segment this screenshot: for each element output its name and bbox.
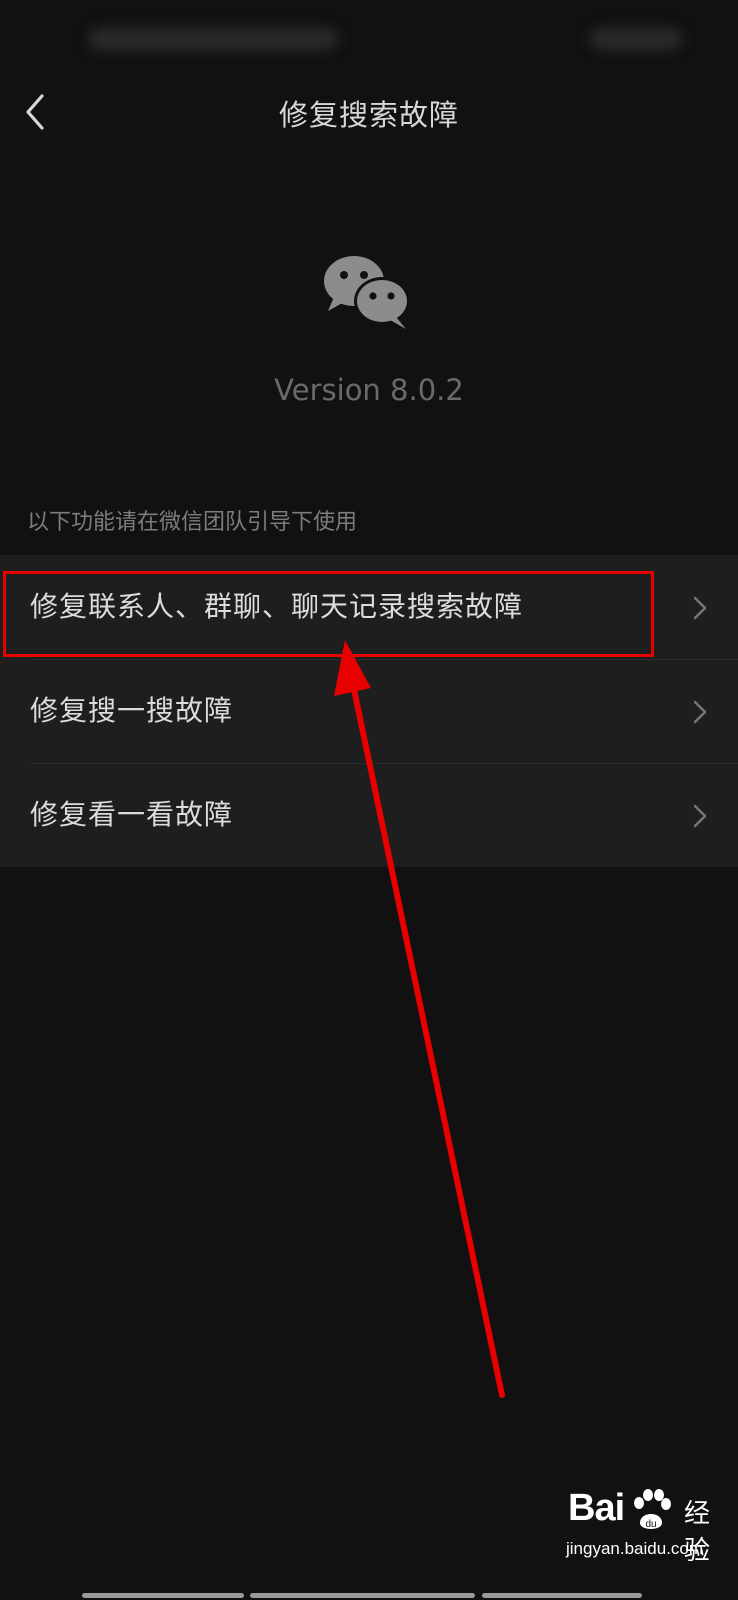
chevron-right-icon bbox=[693, 700, 707, 724]
page-title: 修复搜索故障 bbox=[278, 98, 459, 132]
menu-item-repair-sousou[interactable]: 修复搜一搜故障 bbox=[0, 659, 738, 763]
menu-item-label: 修复联系人、群聊、聊天记录搜索故障 bbox=[30, 590, 524, 623]
menu-item-repair-contacts-search[interactable]: 修复联系人、群聊、聊天记录搜索故障 bbox=[0, 555, 738, 659]
menu-item-label: 修复搜一搜故障 bbox=[30, 694, 234, 727]
home-indicator bbox=[82, 1593, 244, 1598]
menu-item-label: 修复看一看故障 bbox=[30, 798, 234, 831]
version-text: Version 8.0.2 bbox=[274, 373, 464, 407]
watermark-url: jingyan.baidu.com bbox=[566, 1539, 704, 1558]
status-icons-blurred bbox=[590, 28, 682, 50]
status-bar bbox=[0, 0, 738, 80]
home-indicator bbox=[250, 1593, 475, 1598]
baidu-paw-icon: du bbox=[634, 1489, 671, 1530]
svg-text:du: du bbox=[645, 1519, 656, 1530]
status-time-blurred bbox=[88, 28, 338, 50]
watermark-brand: Bai bbox=[568, 1487, 625, 1529]
repair-menu-list: 修复联系人、群聊、聊天记录搜索故障 修复搜一搜故障 修复看一看故障 bbox=[0, 555, 738, 867]
section-hint: 以下功能请在微信团队引导下使用 bbox=[27, 510, 358, 535]
chevron-right-icon bbox=[693, 596, 707, 620]
baidu-jingyan-watermark: du Bai 经验 jingyan.baidu.com bbox=[560, 1487, 720, 1577]
nav-bar: 修复搜索故障 bbox=[0, 80, 738, 146]
menu-item-repair-kankan[interactable]: 修复看一看故障 bbox=[0, 763, 738, 867]
chevron-right-icon bbox=[693, 804, 707, 828]
wechat-logo-icon bbox=[320, 255, 420, 335]
home-indicator bbox=[482, 1593, 642, 1598]
